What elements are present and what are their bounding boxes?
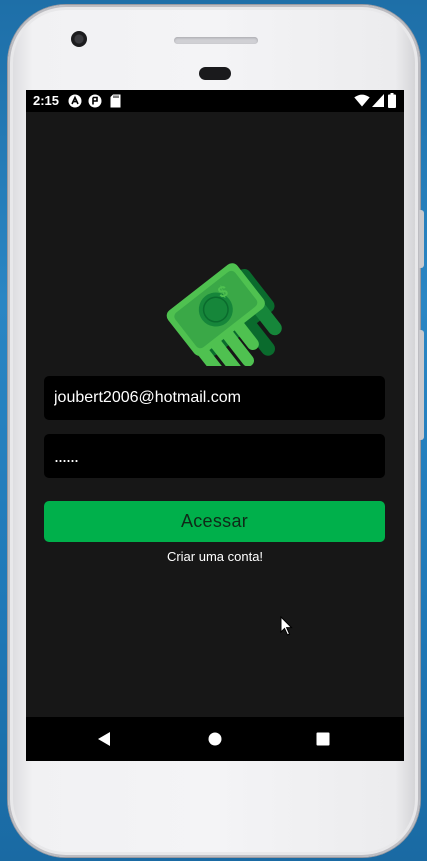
mouse-cursor-icon xyxy=(280,616,293,636)
status-bar: 2:15 xyxy=(26,90,404,112)
power-button xyxy=(419,330,424,440)
status-time: 2:15 xyxy=(33,93,60,108)
recents-icon[interactable] xyxy=(313,729,333,749)
volume-button xyxy=(419,210,424,268)
navigation-bar xyxy=(26,717,404,761)
app-screen: 2:15 $ joubert2006@hotmail.com ...... Ac… xyxy=(26,90,404,761)
expo-icon xyxy=(88,94,102,108)
create-account-link[interactable]: Criar uma conta! xyxy=(26,549,404,564)
cell-signal-icon xyxy=(372,94,384,107)
front-camera xyxy=(71,31,87,47)
proximity-sensor xyxy=(199,67,231,80)
wifi-icon xyxy=(354,94,370,107)
react-native-icon xyxy=(68,94,82,108)
password-field[interactable] xyxy=(44,434,385,478)
earpiece-speaker xyxy=(174,37,258,44)
battery-icon xyxy=(388,93,396,108)
sd-card-icon xyxy=(110,94,121,108)
money-bill-fly-icon: $ xyxy=(166,263,282,366)
home-icon[interactable] xyxy=(205,729,225,749)
back-icon[interactable] xyxy=(94,729,114,749)
login-button[interactable]: Acessar xyxy=(44,501,385,542)
email-field[interactable] xyxy=(44,376,385,420)
